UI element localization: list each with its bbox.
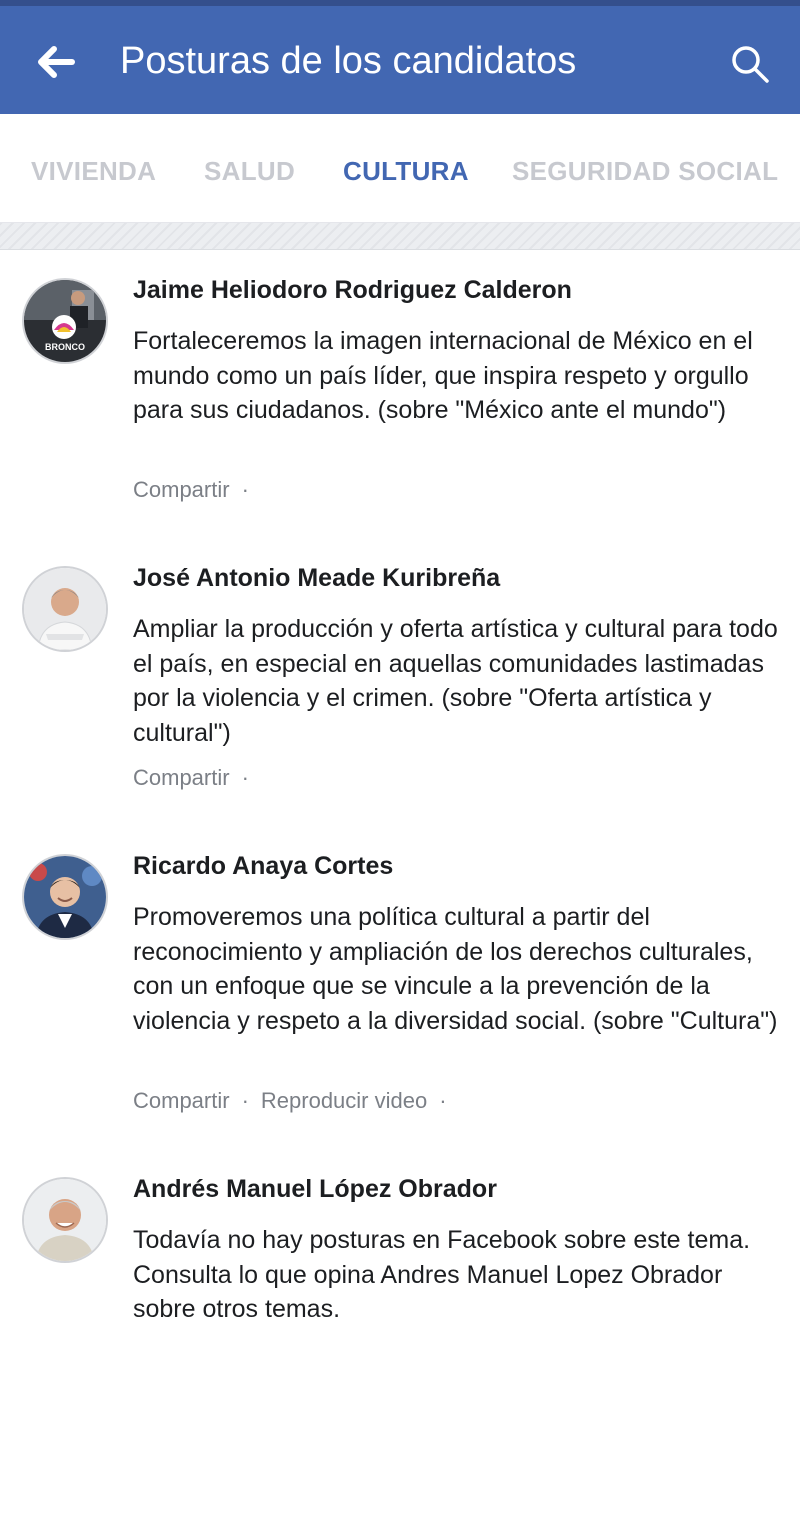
separator-dot: · xyxy=(241,477,249,502)
candidate-statement: Promoveremos una política cultural a par… xyxy=(133,903,778,1035)
avatar[interactable] xyxy=(22,1177,108,1263)
search-button[interactable] xyxy=(722,36,778,92)
bronco-logo-text: BRONCO xyxy=(45,342,85,352)
topic-tabs: VIVIENDA SALUD CULTURA SEGURIDAD SOCIAL xyxy=(0,114,800,223)
tab-cultura[interactable]: CULTURA xyxy=(343,154,469,188)
page-title: Posturas de los candidatos xyxy=(120,40,577,82)
action-row: Compartir · xyxy=(133,476,261,504)
candidate-name[interactable]: Jaime Heliodoro Rodriguez Calderon xyxy=(133,276,572,305)
app-bar: Posturas de los candidatos xyxy=(0,6,800,114)
candidate-photo: BRONCO xyxy=(24,280,106,362)
candidate-photo xyxy=(24,856,106,938)
share-link[interactable]: Compartir xyxy=(133,1087,230,1115)
candidate-name[interactable]: Andrés Manuel López Obrador xyxy=(133,1175,497,1204)
tab-vivienda[interactable]: VIVIENDA xyxy=(31,154,156,188)
tab-salud[interactable]: SALUD xyxy=(204,154,295,188)
back-button[interactable] xyxy=(28,34,84,90)
tab-seguridad-social[interactable]: SEGURIDAD SOCIAL xyxy=(512,154,778,188)
candidate-photo xyxy=(24,568,106,650)
candidate-statement: Todavía no hay posturas en Facebook sobr… xyxy=(133,1226,751,1323)
candidate-statement: Fortaleceremos la imagen internacional d… xyxy=(133,327,753,424)
action-row: Compartir · xyxy=(133,764,261,792)
candidate-statement: Ampliar la producción y oferta artística… xyxy=(133,615,778,747)
share-link[interactable]: Compartir xyxy=(133,764,230,792)
search-icon xyxy=(732,46,769,83)
arrow-left-icon xyxy=(38,46,75,78)
separator-dot: · xyxy=(241,765,249,790)
avatar[interactable]: BRONCO xyxy=(22,278,108,364)
separator-dot: · xyxy=(241,1088,249,1113)
share-link[interactable]: Compartir xyxy=(133,476,230,504)
avatar[interactable] xyxy=(22,566,108,652)
section-divider xyxy=(0,223,800,250)
candidate-name[interactable]: Ricardo Anaya Cortes xyxy=(133,852,393,881)
separator-dot: · xyxy=(439,1088,447,1113)
candidate-photo xyxy=(24,1179,106,1261)
candidate-name[interactable]: José Antonio Meade Kuribreña xyxy=(133,564,500,593)
action-row: Compartir · Reproducir video · xyxy=(133,1087,459,1115)
avatar[interactable] xyxy=(22,854,108,940)
play-video-link[interactable]: Reproducir video xyxy=(261,1087,427,1115)
